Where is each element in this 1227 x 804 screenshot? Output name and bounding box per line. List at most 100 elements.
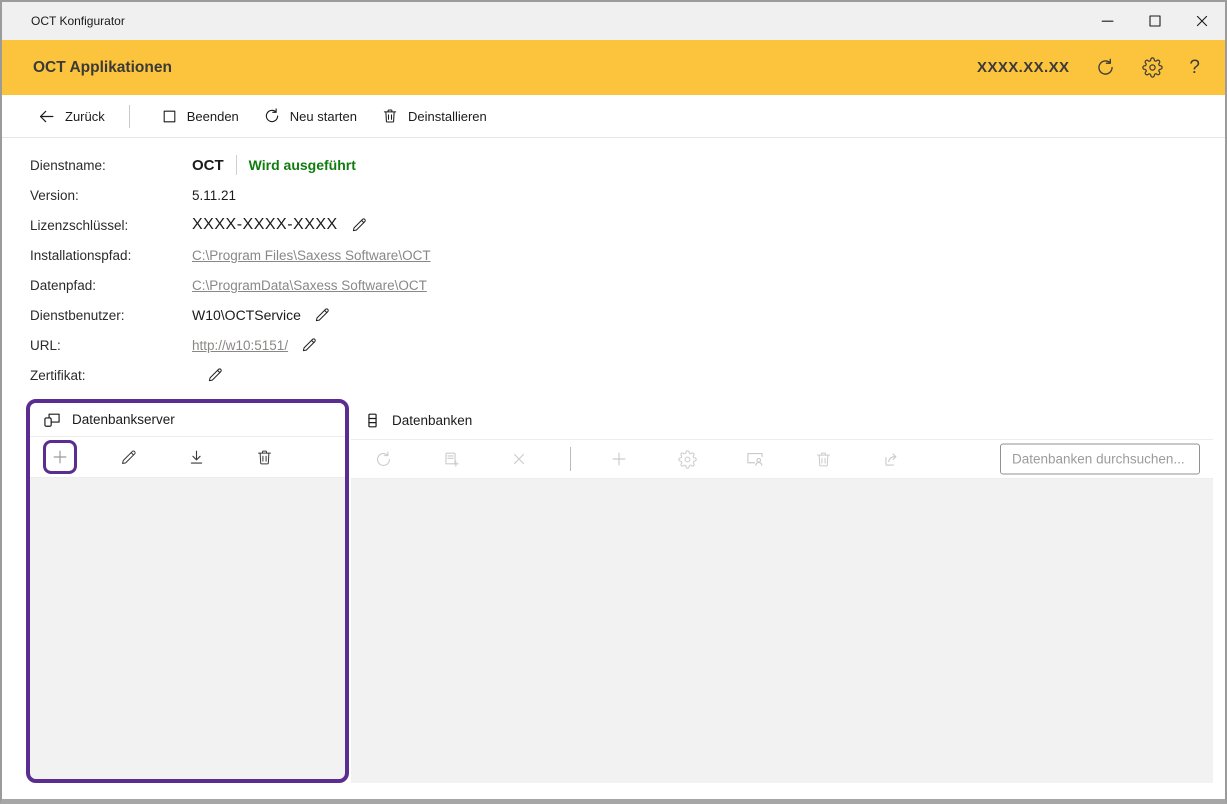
- version-placeholder-text: XXXX.XX.XX: [977, 59, 1069, 76]
- share-database-button[interactable]: [874, 442, 908, 476]
- databases-header: Datenbanken: [351, 401, 1213, 439]
- uninstall-button[interactable]: Deinstallieren: [381, 107, 487, 125]
- database-icon: [363, 411, 382, 430]
- service-name-label: Dienstname:: [30, 158, 192, 173]
- back-label: Zurück: [65, 109, 105, 124]
- service-status-badge: Wird ausgeführt: [249, 157, 356, 173]
- titlebar: OCT Konfigurator: [2, 2, 1225, 40]
- app-header-actions: XXXX.XX.XX ?: [977, 40, 1200, 95]
- refresh-icon: [1095, 57, 1116, 78]
- certificate-label: Zertifikat:: [30, 368, 192, 383]
- delete-database-button[interactable]: [806, 442, 840, 476]
- pencil-icon: [206, 366, 224, 384]
- refresh-icon: [374, 450, 393, 469]
- data-path-link[interactable]: C:\ProgramData\Saxess Software\OCT: [192, 278, 427, 293]
- pencil-icon: [313, 306, 331, 324]
- back-button[interactable]: Zurück: [37, 107, 105, 126]
- refresh-databases-button[interactable]: [366, 442, 400, 476]
- toolbar-separator: [570, 447, 571, 471]
- restart-service-button[interactable]: Neu starten: [263, 107, 357, 125]
- url-row: URL: http://w10:5151/: [30, 330, 431, 360]
- add-database-button[interactable]: [602, 442, 636, 476]
- database-servers-toolbar: [30, 437, 345, 478]
- service-name-value: OCT: [192, 157, 224, 174]
- database-servers-list: [30, 478, 345, 783]
- app-window: OCT Konfigurator OCT Applikationen XXXX.…: [0, 0, 1227, 804]
- command-separator: [129, 105, 130, 128]
- settings-button[interactable]: [1142, 57, 1163, 78]
- maximize-icon: [1145, 11, 1165, 31]
- import-database-server-button[interactable]: [179, 440, 213, 474]
- pencil-icon: [119, 448, 138, 467]
- minimize-icon: [1098, 11, 1118, 31]
- minimize-button[interactable]: [1084, 2, 1131, 40]
- refresh-button[interactable]: [1095, 57, 1116, 78]
- monitor-person-icon: [745, 449, 765, 469]
- download-icon: [187, 448, 206, 467]
- service-url-link[interactable]: http://w10:5151/: [192, 338, 288, 353]
- page-title: OCT Applikationen: [33, 59, 172, 77]
- license-label: Lizenzschlüssel:: [30, 218, 192, 233]
- help-button[interactable]: ?: [1189, 57, 1200, 79]
- edit-service-user-button[interactable]: [313, 306, 331, 324]
- edit-url-button[interactable]: [300, 336, 318, 354]
- stop-service-button[interactable]: Beenden: [161, 108, 239, 125]
- gear-icon: [678, 450, 697, 469]
- restart-icon: [263, 107, 281, 125]
- databases-toolbar: [351, 439, 1213, 479]
- restart-label: Neu starten: [290, 109, 357, 124]
- install-path-label: Installationspfad:: [30, 248, 192, 263]
- database-users-button[interactable]: [738, 442, 772, 476]
- pencil-icon: [300, 336, 318, 354]
- value-divider: [236, 155, 237, 175]
- version-label: Version:: [30, 188, 192, 203]
- license-value: XXXX-XXXX-XXXX: [192, 216, 338, 234]
- service-details: Dienstname: OCT Wird ausgeführt Version:…: [30, 150, 431, 390]
- close-icon: [1192, 11, 1212, 31]
- install-path-link[interactable]: C:\Program Files\Saxess Software\OCT: [192, 248, 431, 263]
- trash-icon: [814, 450, 833, 469]
- plus-icon: [50, 447, 70, 467]
- edit-license-button[interactable]: [350, 216, 368, 234]
- url-label: URL:: [30, 338, 192, 353]
- plus-icon: [609, 449, 629, 469]
- pencil-icon: [350, 216, 368, 234]
- search-databases-input[interactable]: [1000, 444, 1200, 475]
- gear-icon: [1142, 57, 1163, 78]
- version-row: Version: 5.11.21: [30, 180, 431, 210]
- remove-database-button[interactable]: [502, 442, 536, 476]
- edit-certificate-button[interactable]: [206, 366, 224, 384]
- edit-database-server-button[interactable]: [111, 440, 145, 474]
- app-header: OCT Applikationen XXXX.XX.XX ?: [2, 40, 1225, 95]
- service-name-row: Dienstname: OCT Wird ausgeführt: [30, 150, 431, 180]
- database-servers-title: Datenbankserver: [72, 412, 175, 427]
- version-value: 5.11.21: [192, 188, 236, 203]
- databases-list: [351, 479, 1213, 804]
- service-user-row: Dienstbenutzer: W10\OCTService: [30, 300, 431, 330]
- service-user-value: W10\OCTService: [192, 307, 301, 323]
- database-settings-button[interactable]: [670, 442, 704, 476]
- stop-square-icon: [161, 108, 178, 125]
- create-database-from-template-button[interactable]: [434, 442, 468, 476]
- uninstall-label: Deinstallieren: [408, 109, 487, 124]
- data-path-label: Datenpfad:: [30, 278, 192, 293]
- window-title: OCT Konfigurator: [31, 14, 125, 28]
- data-path-row: Datenpfad: C:\ProgramData\Saxess Softwar…: [30, 270, 431, 300]
- window-controls: [1084, 2, 1225, 40]
- service-user-label: Dienstbenutzer:: [30, 308, 192, 323]
- databases-panel: Datenbanken: [351, 401, 1213, 783]
- add-database-server-button[interactable]: [43, 440, 77, 474]
- help-icon: ?: [1189, 57, 1200, 79]
- stop-label: Beenden: [187, 109, 239, 124]
- document-plus-icon: [442, 450, 461, 469]
- back-arrow-icon: [37, 107, 56, 126]
- license-row: Lizenzschlüssel: XXXX-XXXX-XXXX: [30, 210, 431, 240]
- certificate-row: Zertifikat:: [30, 360, 431, 390]
- close-button[interactable]: [1178, 2, 1225, 40]
- delete-database-server-button[interactable]: [247, 440, 281, 474]
- databases-title: Datenbanken: [392, 413, 472, 428]
- devices-icon: [42, 410, 62, 430]
- maximize-button[interactable]: [1131, 2, 1178, 40]
- command-bar: Zurück Beenden Neu starten Deinstalliere…: [2, 95, 1225, 138]
- database-servers-panel: Datenbankserver: [26, 399, 349, 783]
